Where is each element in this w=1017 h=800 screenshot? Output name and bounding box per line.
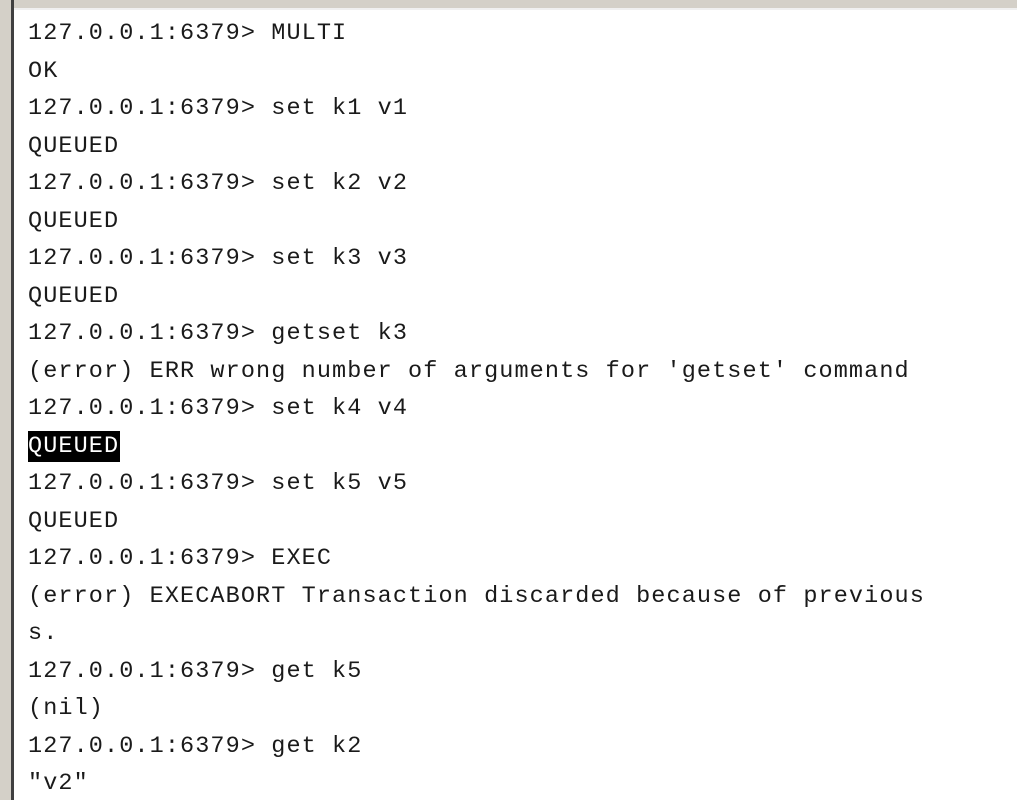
text-selection[interactable]: QUEUED (28, 430, 121, 462)
console-line: 127.0.0.1:6379> set k4 v4 (28, 395, 409, 422)
console-line: QUEUED (28, 507, 120, 535)
console-line: 127.0.0.1:6379> get k5 (28, 657, 363, 685)
console-line: QUEUED (28, 282, 120, 310)
console-line: QUEUED (28, 132, 120, 160)
console-line: 127.0.0.1:6379> get k2 (28, 732, 363, 760)
window-top-border (0, 0, 1017, 10)
console-line: "v2" (28, 770, 89, 797)
console-line-selected: QUEUED (28, 428, 1017, 466)
console-line: 127.0.0.1:6379> EXEC (28, 545, 333, 572)
console-line: QUEUED (28, 207, 120, 235)
console-line: OK (28, 57, 59, 85)
console-line: 127.0.0.1:6379> MULTI (28, 20, 348, 47)
console-line: 127.0.0.1:6379> set k3 v3 (28, 245, 409, 272)
console-output[interactable]: 127.0.0.1:6379> MULTI OK 127.0.0.1:6379>… (28, 15, 1017, 800)
window-left-border (0, 0, 14, 800)
console-line: 127.0.0.1:6379> set k1 v1 (28, 95, 409, 122)
console-line: s. (28, 620, 59, 647)
console-line: 127.0.0.1:6379> set k2 v2 (28, 170, 409, 197)
console-line: 127.0.0.1:6379> set k5 v5 (28, 470, 409, 497)
console-line: (error) ERR wrong number of arguments fo… (28, 357, 910, 385)
console-line: (nil) (28, 695, 105, 722)
terminal-window: 127.0.0.1:6379> MULTI OK 127.0.0.1:6379>… (0, 0, 1017, 800)
console-line: (error) EXECABORT Transaction discarded … (28, 582, 925, 610)
console-line: 127.0.0.1:6379> getset k3 (28, 320, 409, 347)
